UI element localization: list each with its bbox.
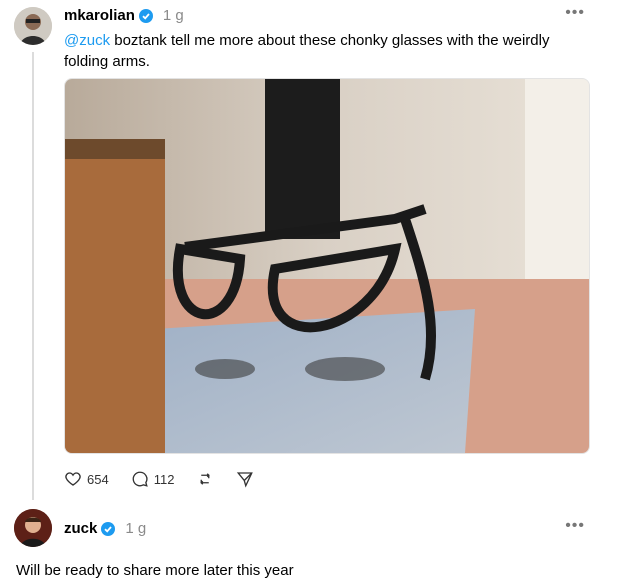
repost-button[interactable] <box>196 470 214 488</box>
thread-line <box>32 52 34 500</box>
heart-icon <box>65 472 81 486</box>
post-text: @zuck boztank tell me more about these c… <box>64 30 574 72</box>
comment-count: 112 <box>153 471 175 487</box>
avatar-mkarolian[interactable] <box>14 7 52 45</box>
share-button[interactable] <box>236 470 254 488</box>
mention-link[interactable]: @zuck <box>64 32 110 49</box>
send-icon <box>237 472 254 488</box>
username[interactable]: mkarolian <box>64 7 135 24</box>
comment-button[interactable]: 112 <box>131 470 175 488</box>
more-options-icon[interactable]: ••• <box>565 517 585 535</box>
timestamp[interactable]: 1 g <box>163 7 184 24</box>
post-header: zuck 1 g <box>64 520 146 537</box>
verified-icon <box>101 521 116 536</box>
more-options-icon[interactable]: ••• <box>565 4 585 22</box>
timestamp[interactable]: 1 g <box>125 520 146 537</box>
username[interactable]: zuck <box>64 520 97 537</box>
post-header: mkarolian 1 g <box>64 7 184 24</box>
like-button[interactable]: 654 <box>64 470 109 488</box>
like-count: 654 <box>87 471 109 487</box>
verified-icon <box>138 8 153 23</box>
post-text: Will be ready to share more later this y… <box>16 562 294 579</box>
post-image[interactable] <box>64 78 590 454</box>
post-body: boztank tell me more about these chonky … <box>64 32 550 70</box>
post-actions: 654 112 <box>64 470 254 488</box>
avatar-zuck[interactable] <box>14 509 52 547</box>
repost-icon <box>200 473 211 485</box>
comment-icon <box>132 471 148 487</box>
